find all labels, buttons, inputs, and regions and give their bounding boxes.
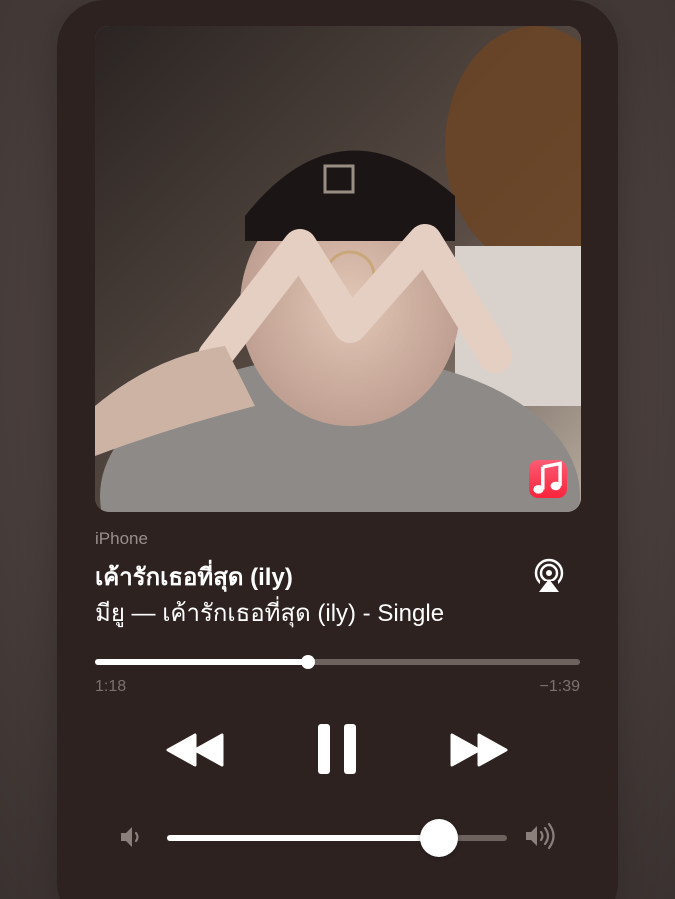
volume-slider-thumb[interactable] <box>420 819 458 857</box>
volume-slider[interactable] <box>167 819 507 857</box>
elapsed-time: 1:18 <box>95 678 127 695</box>
rewind-icon <box>166 733 224 767</box>
pause-button[interactable] <box>312 720 362 778</box>
artwork-image <box>95 26 581 512</box>
playback-scrubber[interactable] <box>95 655 580 669</box>
playback-scrubber-thumb[interactable] <box>301 655 316 669</box>
fast-forward-button[interactable] <box>449 726 509 774</box>
speaker-low-icon <box>117 822 145 852</box>
playback-progress-fill <box>95 659 309 665</box>
fast-forward-icon <box>450 733 508 767</box>
remaining-time: −1:39 <box>539 678 580 695</box>
output-device-label: iPhone <box>95 529 148 548</box>
airplay-audio-icon[interactable] <box>531 557 567 595</box>
speaker-high-icon <box>523 820 563 852</box>
song-title: เค้ารักเธอที่สุด (ily) <box>95 564 293 591</box>
apple-music-icon <box>529 460 567 498</box>
artist-album-label: มียู — เค้ารักเธอที่สุด (ily) - Single <box>95 600 445 627</box>
now-playing-widget: iPhone เค้ารักเธอที่สุด (ily) มียู — เค้… <box>57 0 618 899</box>
volume-level-fill <box>167 835 439 841</box>
rewind-button[interactable] <box>165 726 225 774</box>
album-artwork[interactable] <box>95 26 581 512</box>
pause-icon <box>318 724 356 774</box>
